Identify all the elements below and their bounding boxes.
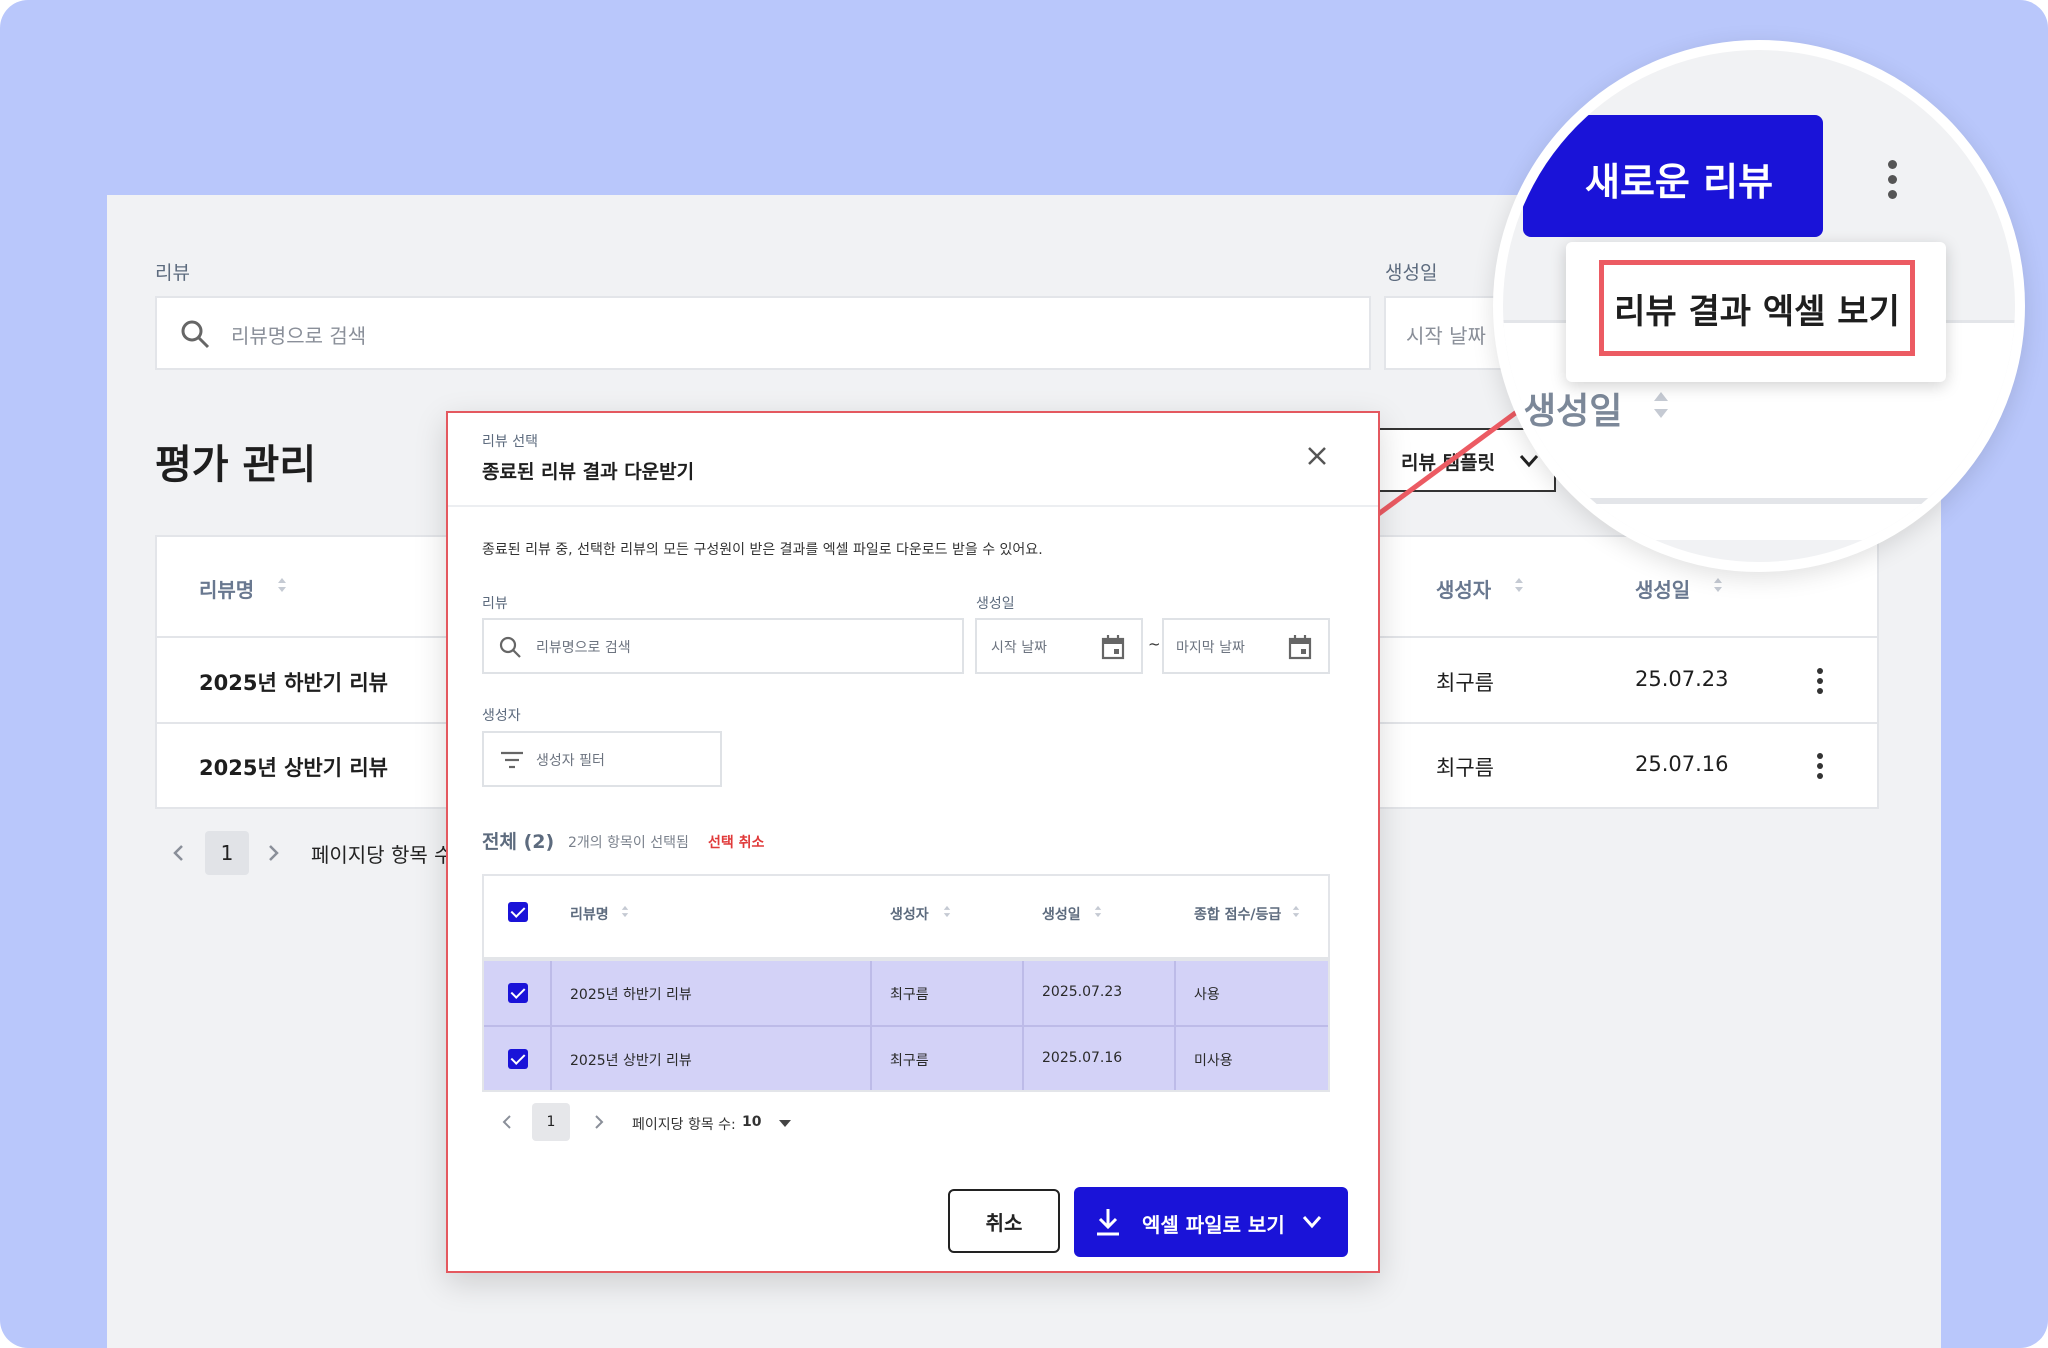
- next-page-icon[interactable]: [594, 1115, 604, 1129]
- new-review-button[interactable]: 새로운 리뷰: [1523, 115, 1823, 237]
- modal-row-name: 2025년 상반기 리뷰: [570, 1053, 692, 1069]
- close-icon[interactable]: [1306, 445, 1328, 467]
- date-range-separator: ~: [1148, 635, 1161, 653]
- modal-row-score: 미사용: [1194, 1053, 1233, 1069]
- calendar-icon[interactable]: [1101, 634, 1125, 660]
- search-icon: [499, 636, 521, 658]
- modal-header-name[interactable]: 리뷰명: [570, 904, 609, 924]
- sort-icon[interactable]: [1292, 905, 1300, 918]
- row-checkbox[interactable]: [508, 983, 528, 1003]
- deselect-link[interactable]: 선택 취소: [708, 832, 764, 852]
- app-frame: 리뷰 리뷰명으로 검색 생성일 시작 날짜 평가 관리 리뷰 템플릿 리뷰명 생…: [0, 0, 2048, 1348]
- modal-review-search-input[interactable]: 리뷰명으로 검색: [482, 618, 964, 674]
- col-divider: [550, 961, 552, 1090]
- more-options-icon[interactable]: [1888, 160, 1897, 203]
- modal-header-divider: [448, 505, 1378, 507]
- modal-row-created: 2025.07.23: [1042, 984, 1123, 1000]
- modal-start-date-input[interactable]: 시작 날짜: [975, 618, 1143, 674]
- select-all-checkbox[interactable]: [508, 902, 528, 922]
- all-count-label: 전체 (2): [482, 831, 555, 853]
- download-results-modal: 리뷰 선택 종료된 리뷰 결과 다운받기 종료된 리뷰 중, 선택한 리뷰의 모…: [446, 411, 1380, 1273]
- prev-page-icon[interactable]: [502, 1115, 512, 1129]
- sort-icon[interactable]: [621, 905, 629, 918]
- modal-per-page-label: 페이지당 항목 수:: [632, 1117, 736, 1133]
- col-divider: [870, 961, 872, 1090]
- magnified-divider: [1503, 498, 2015, 504]
- creator-filter-placeholder: 생성자 필터: [536, 753, 605, 769]
- sort-icon[interactable]: [943, 905, 951, 918]
- modal-row-created: 2025.07.16: [1042, 1050, 1123, 1066]
- per-page-value[interactable]: 10: [742, 1114, 761, 1130]
- modal-description: 종료된 리뷰 중, 선택한 리뷰의 모든 구성원이 받은 결과를 엑셀 파일로 …: [482, 542, 1043, 558]
- excel-view-button[interactable]: 엑셀 파일로 보기: [1074, 1187, 1348, 1257]
- modal-page-number[interactable]: 1: [532, 1103, 570, 1141]
- modal-header-score[interactable]: 종합 점수/등급: [1194, 904, 1281, 924]
- modal-header-created[interactable]: 생성일: [1042, 904, 1081, 924]
- selected-count: 2개의 항목이 선택됨: [568, 835, 689, 851]
- modal-row-name: 2025년 하반기 리뷰: [570, 987, 692, 1003]
- excel-button-label: 엑셀 파일로 보기: [1142, 1213, 1285, 1237]
- sort-icon[interactable]: [1094, 905, 1102, 918]
- col-divider: [1174, 961, 1176, 1090]
- new-review-label: 새로운 리뷰: [1585, 160, 1774, 204]
- cancel-button[interactable]: 취소: [948, 1189, 1060, 1253]
- more-options-menu: 리뷰 결과 엑셀 보기: [1566, 242, 1946, 382]
- col-divider: [1022, 961, 1024, 1090]
- modal-date-label: 생성일: [976, 596, 1015, 612]
- start-date-placeholder: 시작 날짜: [991, 640, 1047, 656]
- caret-down-icon[interactable]: [778, 1119, 792, 1128]
- modal-creator-label: 생성자: [482, 708, 521, 724]
- modal-end-date-input[interactable]: 마지막 날짜: [1162, 618, 1330, 674]
- modal-row-creator: 최구름: [890, 987, 929, 1003]
- chevron-down-icon[interactable]: [1302, 1215, 1322, 1229]
- modal-header-creator[interactable]: 생성자: [890, 904, 929, 924]
- filter-icon: [501, 751, 523, 769]
- modal-row-score: 사용: [1194, 987, 1220, 1003]
- magnified-column-header: 생성일: [1523, 391, 1623, 432]
- magnifier-callout: 새로운 리뷰 생성일 리뷰 결과 엑셀 보기: [1493, 40, 2025, 572]
- download-icon: [1097, 1209, 1119, 1236]
- creator-filter-input[interactable]: 생성자 필터: [482, 731, 722, 787]
- row-checkbox[interactable]: [508, 1049, 528, 1069]
- sort-icon: [1654, 392, 1668, 418]
- calendar-icon[interactable]: [1288, 634, 1312, 660]
- menu-item-excel-results[interactable]: 리뷰 결과 엑셀 보기: [1599, 260, 1915, 356]
- modal-search-placeholder: 리뷰명으로 검색: [536, 640, 631, 656]
- modal-eyebrow: 리뷰 선택: [482, 434, 538, 450]
- modal-title: 종료된 리뷰 결과 다운받기: [482, 461, 695, 483]
- modal-review-label: 리뷰: [482, 596, 508, 612]
- modal-row-creator: 최구름: [890, 1053, 929, 1069]
- end-date-placeholder: 마지막 날짜: [1176, 640, 1245, 656]
